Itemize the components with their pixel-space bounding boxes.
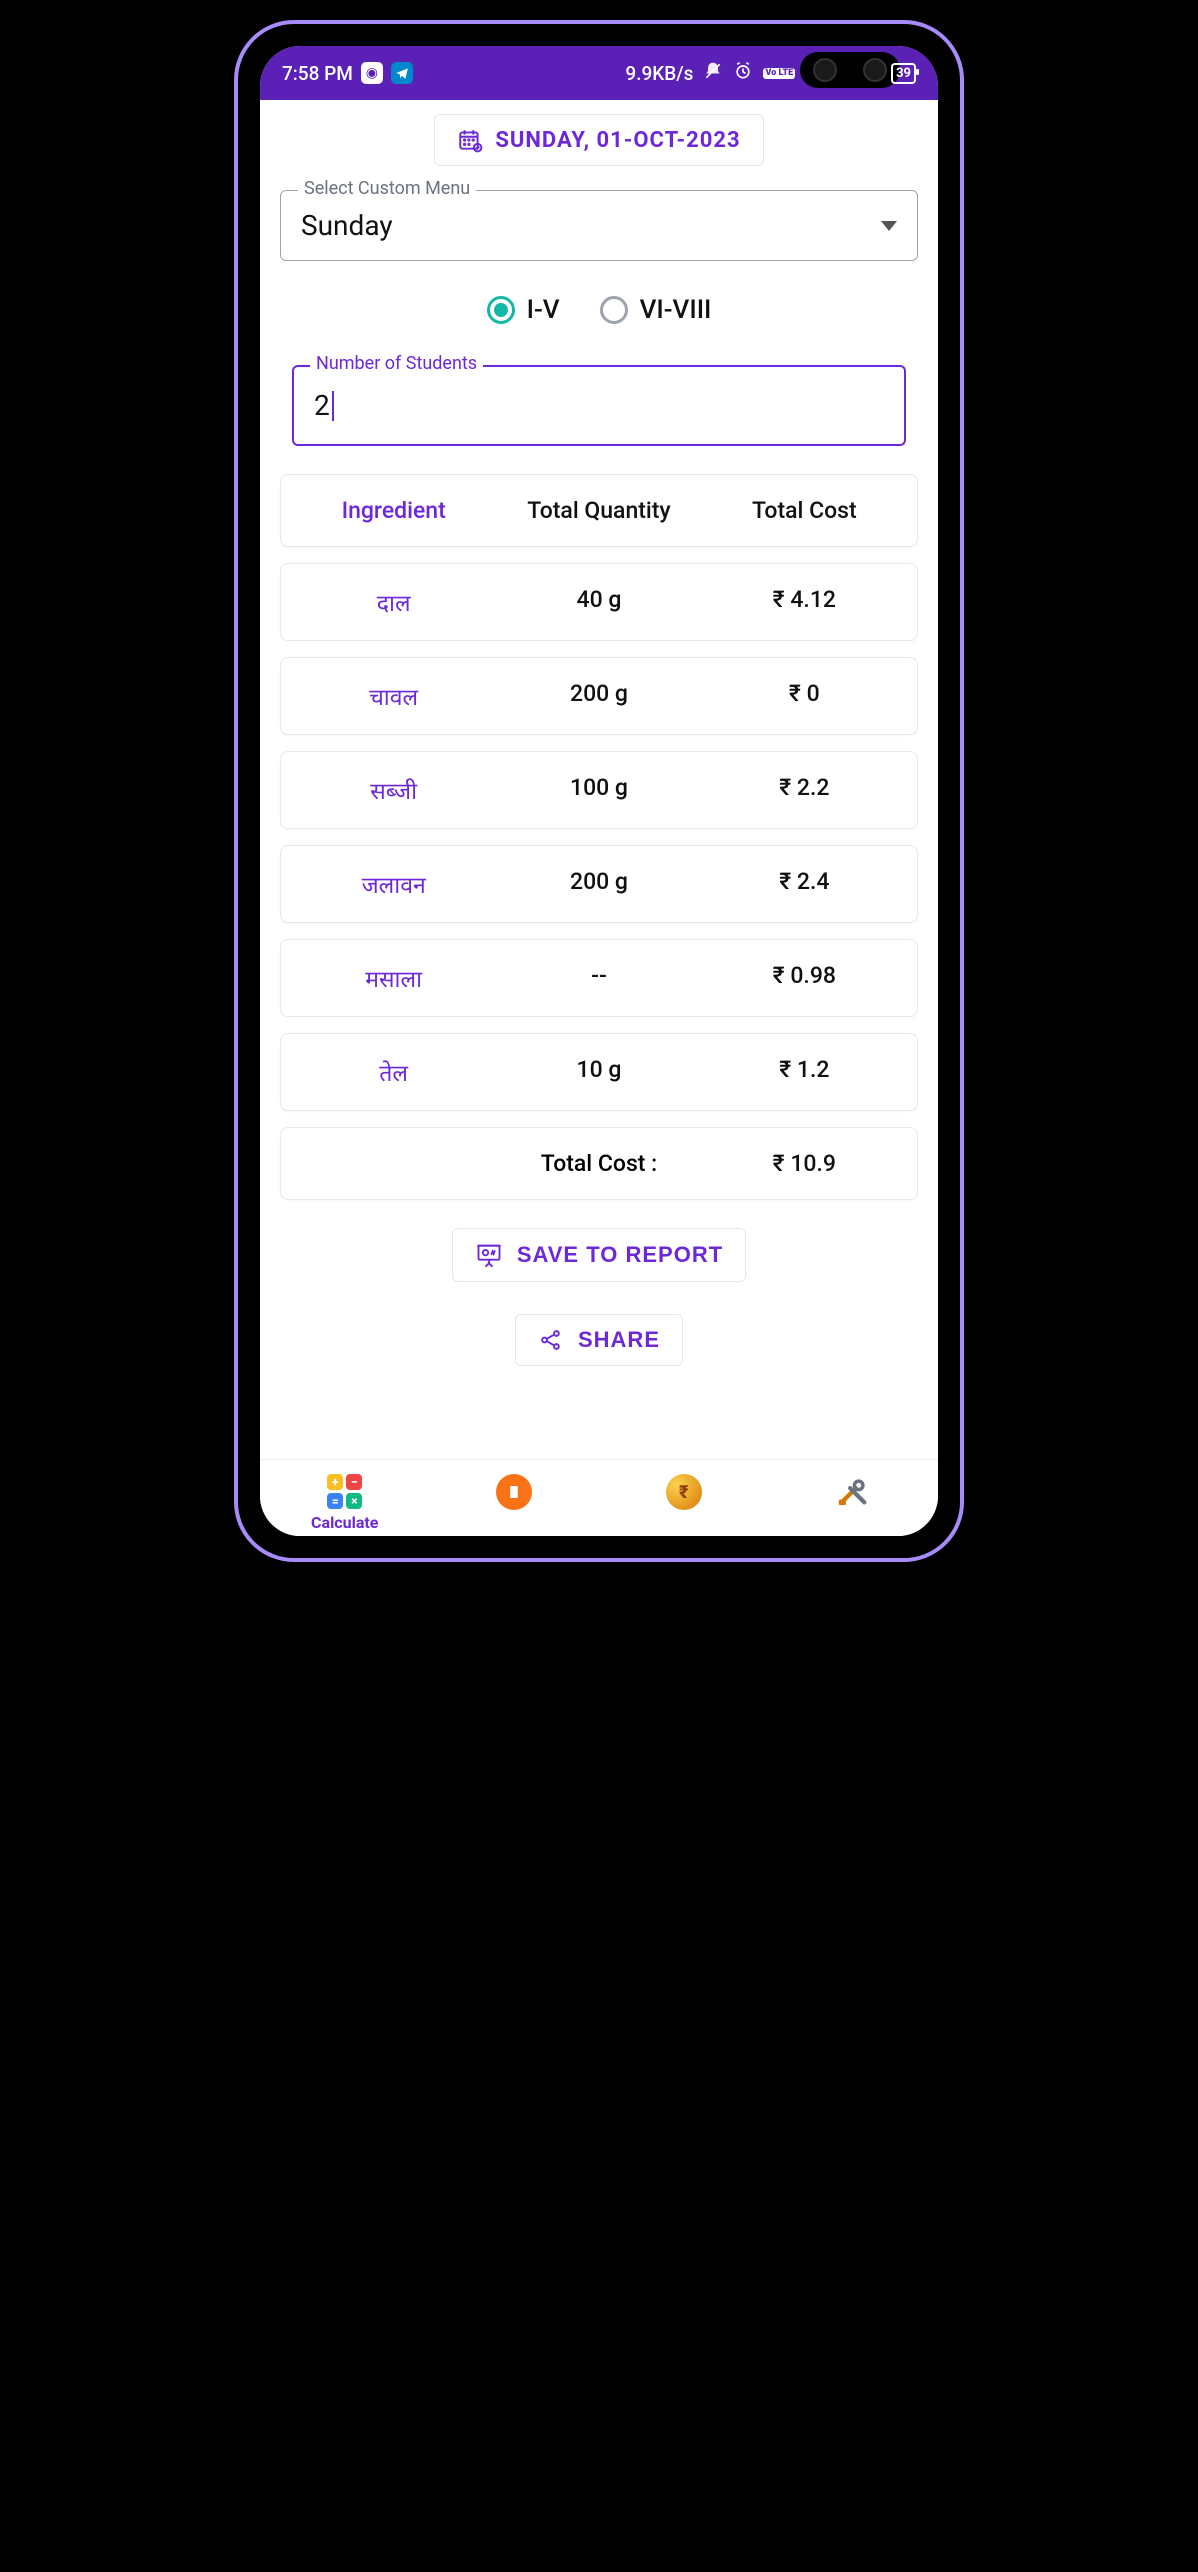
date-label: SUNDAY, 01-OCT-2023: [495, 128, 740, 153]
header-cost: Total Cost: [702, 497, 907, 524]
ingredient-qty: 200 g: [496, 868, 701, 900]
table-row: दाल40 g₹ 4.12: [280, 563, 918, 641]
content-area: SUNDAY, 01-OCT-2023 Select Custom Menu S…: [260, 100, 938, 1459]
nav-report[interactable]: [430, 1474, 600, 1532]
menu-select-label: Select Custom Menu: [298, 178, 476, 199]
share-label: SHARE: [578, 1327, 660, 1353]
ingredient-cost: ₹ 0.98: [702, 962, 907, 994]
alarm-icon: [733, 61, 753, 86]
table-row: सब्जी100 g₹ 2.2: [280, 751, 918, 829]
students-input[interactable]: 2: [292, 365, 906, 446]
presentation-icon: [475, 1241, 503, 1269]
table-total-row: Total Cost : ₹ 10.9: [280, 1127, 918, 1200]
students-value: 2: [314, 389, 330, 422]
table-header: Ingredient Total Quantity Total Cost: [280, 474, 918, 547]
nav-budget[interactable]: ₹: [599, 1474, 769, 1532]
screen: 7:58 PM ◉ 9.9KB/s Vo LTE 4G+ 39: [260, 46, 938, 1536]
ingredient-name: जलावन: [291, 868, 496, 900]
calculate-icon: +−=×: [327, 1474, 362, 1509]
save-to-report-button[interactable]: SAVE TO REPORT: [452, 1228, 746, 1282]
table-body: दाल40 g₹ 4.12चावल200 g₹ 0सब्जी100 g₹ 2.2…: [280, 563, 918, 1111]
battery-icon: 39: [891, 63, 916, 84]
share-icon: [538, 1327, 564, 1353]
camera-cutout: [800, 52, 900, 88]
ingredient-name: सब्जी: [291, 774, 496, 806]
menu-select[interactable]: Sunday: [280, 190, 918, 261]
total-value: ₹ 10.9: [702, 1150, 907, 1177]
ingredient-name: तेल: [291, 1056, 496, 1088]
mute-icon: [703, 61, 723, 86]
copilot-icon: ◉: [361, 62, 383, 84]
share-button[interactable]: SHARE: [515, 1314, 683, 1366]
ingredient-cost: ₹ 1.2: [702, 1056, 907, 1088]
ingredient-cost: ₹ 2.2: [702, 774, 907, 806]
network-speed: 9.9KB/s: [625, 62, 693, 85]
date-button[interactable]: SUNDAY, 01-OCT-2023: [434, 114, 763, 166]
ingredient-cost: ₹ 2.4: [702, 868, 907, 900]
table-row: जलावन200 g₹ 2.4: [280, 845, 918, 923]
students-field: Number of Students 2: [292, 365, 906, 446]
radio-icon: [487, 296, 515, 324]
save-label: SAVE TO REPORT: [517, 1242, 723, 1268]
nav-calculate-label: Calculate: [311, 1513, 378, 1532]
radio-class-1-5[interactable]: I-V: [487, 295, 560, 325]
nav-calculate[interactable]: +−=× Calculate: [260, 1474, 430, 1532]
table-row: मसाला--₹ 0.98: [280, 939, 918, 1017]
header-ingredient: Ingredient: [291, 497, 496, 524]
radio-icon: [600, 296, 628, 324]
camera-lens: [863, 58, 887, 82]
bottom-nav: +−=× Calculate ₹: [260, 1459, 938, 1536]
ingredient-qty: 100 g: [496, 774, 701, 806]
telegram-icon: [391, 62, 413, 84]
students-label: Number of Students: [310, 353, 483, 374]
volte-icon: Vo LTE: [763, 68, 795, 79]
tools-icon: [836, 1474, 870, 1508]
camera-lens: [813, 58, 837, 82]
table-row: तेल10 g₹ 1.2: [280, 1033, 918, 1111]
report-icon: [496, 1474, 532, 1510]
class-group-radio: I-V VI-VIII: [280, 295, 918, 325]
ingredient-qty: 10 g: [496, 1056, 701, 1088]
phone-frame: 7:58 PM ◉ 9.9KB/s Vo LTE 4G+ 39: [234, 20, 964, 1562]
ingredient-qty: 40 g: [496, 586, 701, 618]
table-row: चावल200 g₹ 0: [280, 657, 918, 735]
radio-class-6-8[interactable]: VI-VIII: [600, 295, 712, 325]
nav-settings[interactable]: [769, 1474, 939, 1532]
radio-label: VI-VIII: [640, 295, 712, 325]
status-left: 7:58 PM ◉: [282, 62, 413, 85]
chevron-down-icon: [881, 221, 897, 231]
ingredient-name: दाल: [291, 586, 496, 618]
rupee-coin-icon: ₹: [666, 1474, 702, 1510]
radio-label: I-V: [527, 295, 560, 325]
menu-select-field: Select Custom Menu Sunday: [280, 190, 918, 261]
text-cursor: [332, 391, 334, 421]
ingredient-name: मसाला: [291, 962, 496, 994]
ingredient-qty: --: [496, 962, 701, 994]
ingredient-cost: ₹ 4.12: [702, 586, 907, 618]
calendar-icon: [457, 127, 483, 153]
status-time: 7:58 PM: [282, 62, 353, 85]
total-label: Total Cost :: [496, 1150, 701, 1177]
menu-select-value: Sunday: [301, 209, 393, 242]
ingredient-cost: ₹ 0: [702, 680, 907, 712]
ingredient-name: चावल: [291, 680, 496, 712]
header-quantity: Total Quantity: [496, 497, 701, 524]
ingredient-qty: 200 g: [496, 680, 701, 712]
